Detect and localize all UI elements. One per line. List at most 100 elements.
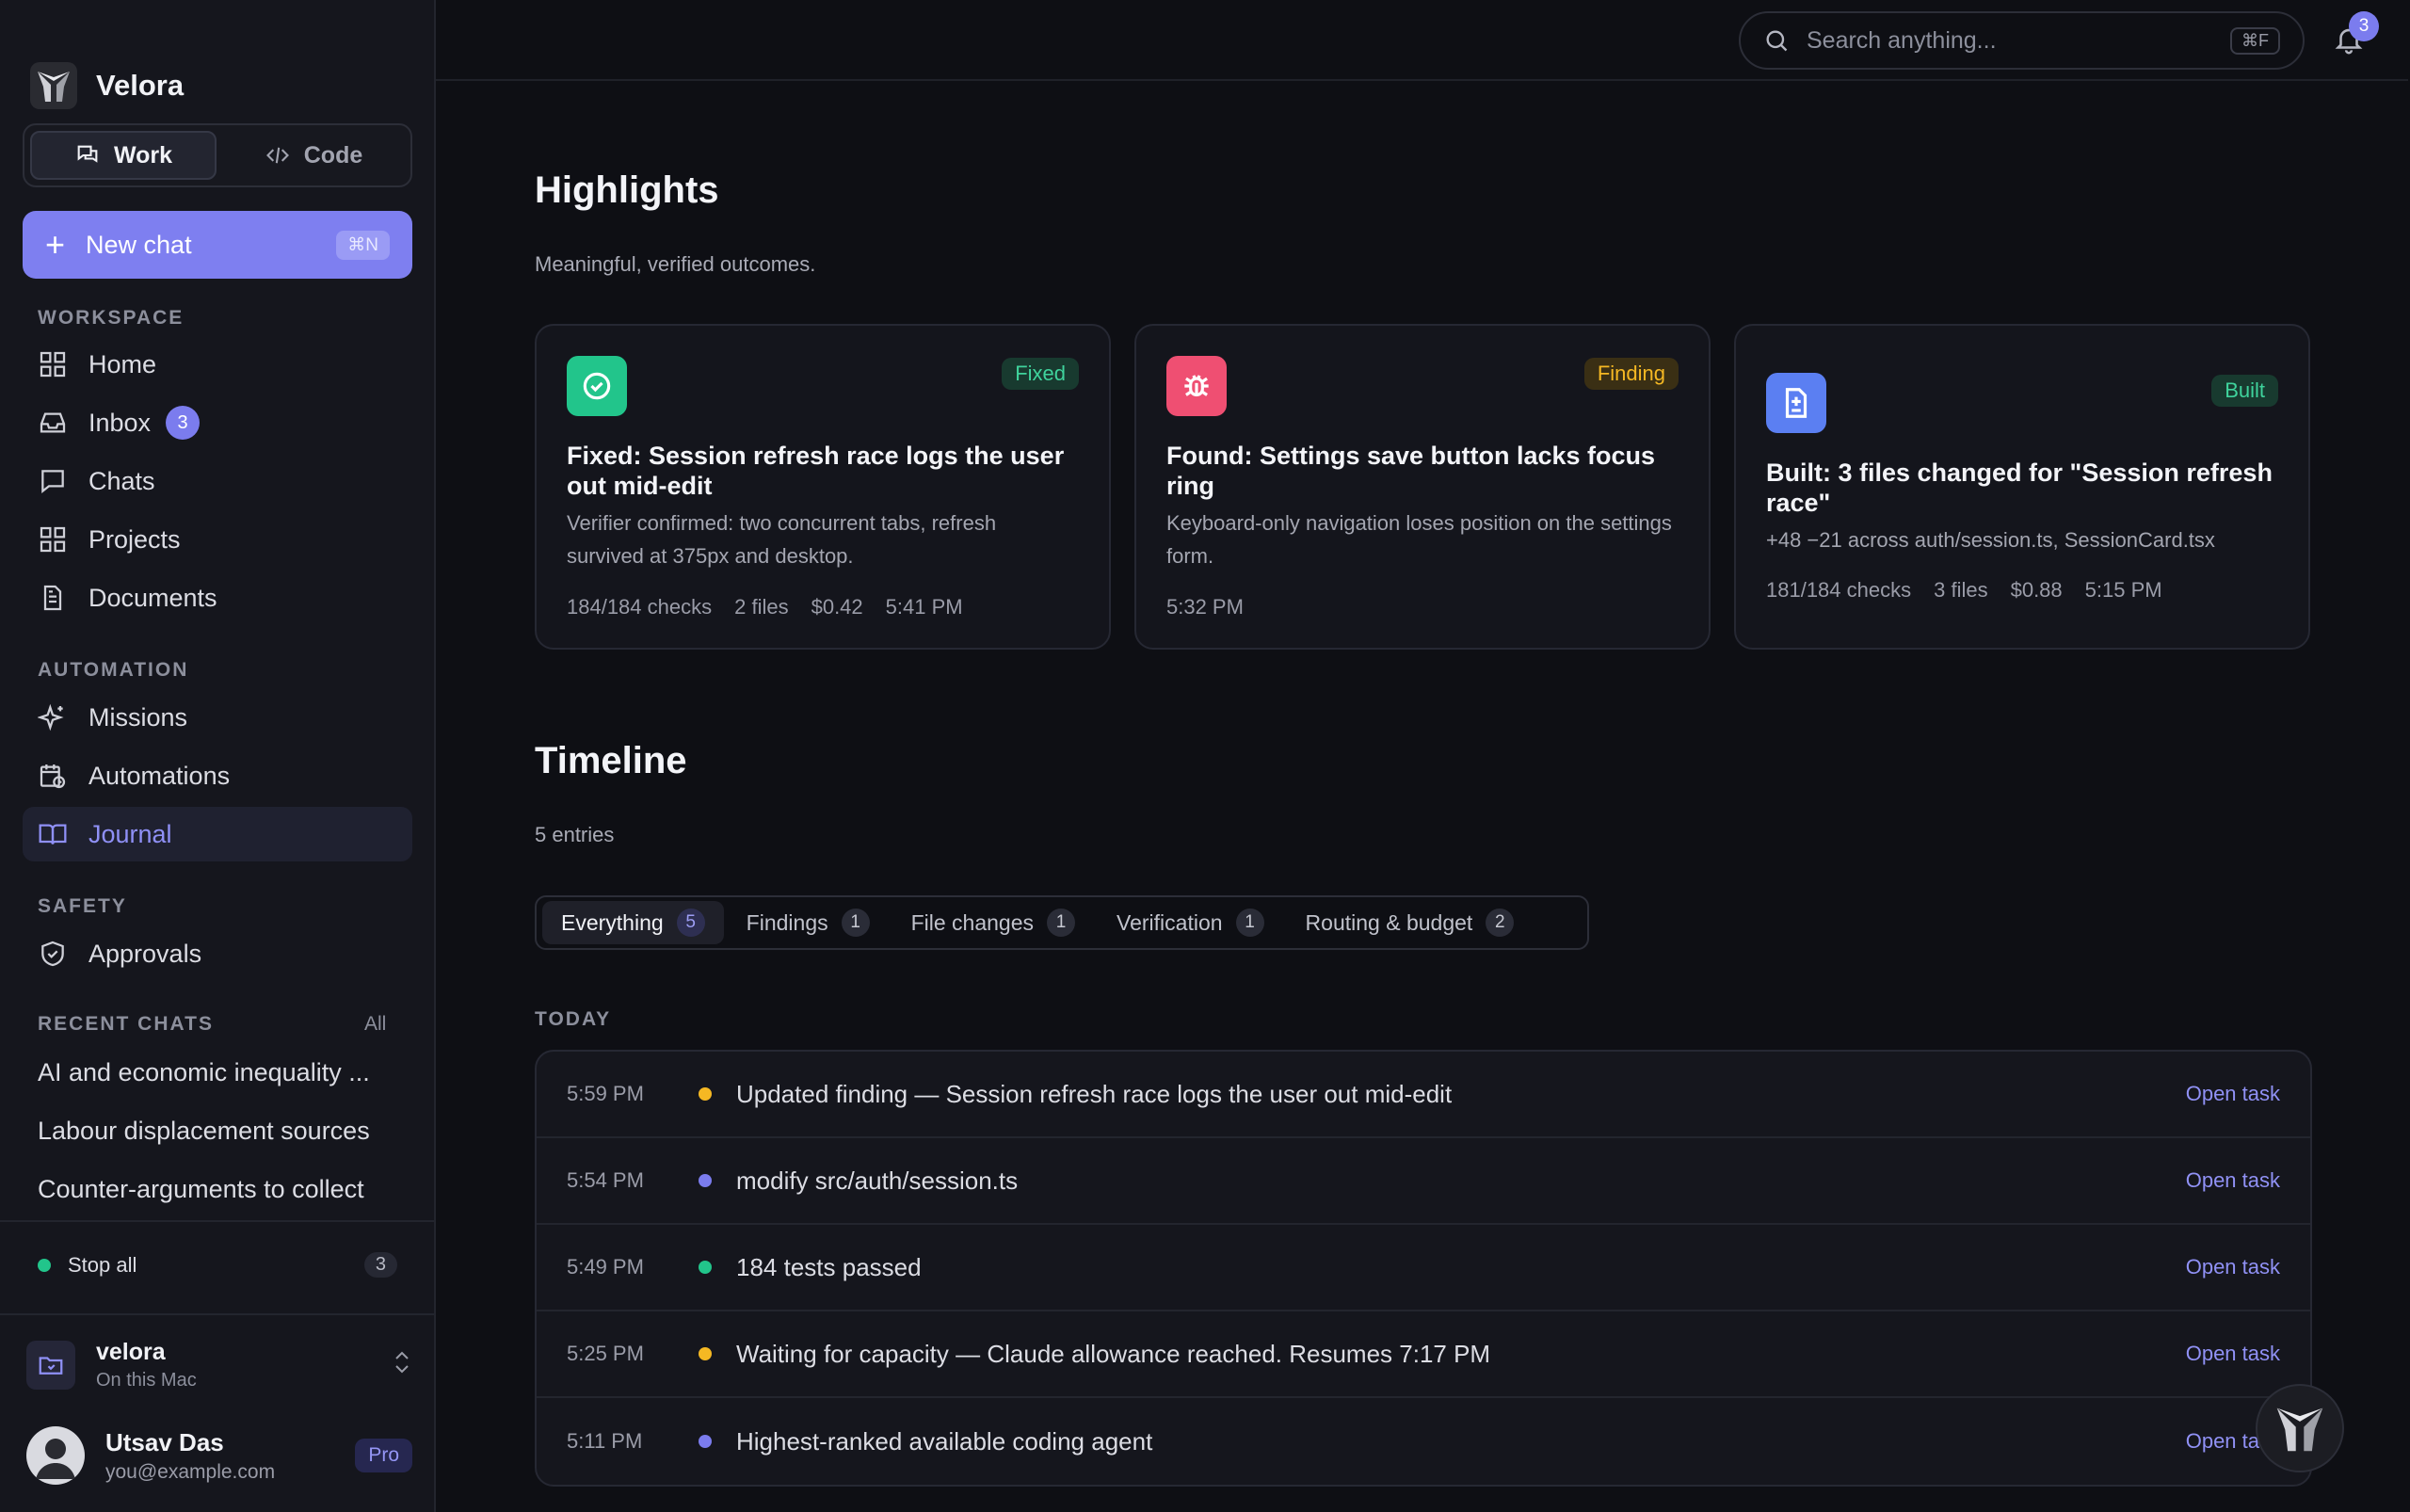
sidebar-item-chats[interactable]: Chats (23, 454, 412, 508)
mode-switch: Work Code (23, 123, 412, 187)
chat-bubbles-icon (77, 145, 98, 163)
sidebar-item-label: Chats (88, 466, 155, 495)
highlight-card[interactable]: Finding Found: Settings save button lack… (1134, 324, 1711, 650)
filter-count: 2 (1486, 909, 1515, 937)
search-input[interactable]: Search anything... ⌘F (1739, 11, 2305, 70)
user-email: you@example.com (105, 1460, 276, 1483)
highlight-card[interactable]: Fixed Fixed: Session refresh race logs t… (535, 324, 1111, 650)
document-icon (43, 585, 62, 611)
entry-dot (699, 1435, 712, 1448)
sidebar-item-projects[interactable]: Projects (23, 512, 412, 567)
mode-work-label: Work (113, 141, 173, 169)
filter-findings[interactable]: Findings 1 (728, 901, 889, 944)
assistant-launcher-button[interactable] (2256, 1384, 2344, 1472)
sidebar-divider (0, 1220, 434, 1222)
workspace-name: velora (96, 1339, 166, 1365)
recent-chat-item[interactable]: Labour displacement sources (38, 1117, 370, 1146)
check-circle-icon (567, 356, 627, 416)
timeline-row: 5:25 PM Waiting for capacity — Claude al… (537, 1311, 2310, 1398)
filter-routing-budget[interactable]: Routing & budget 2 (1287, 901, 1534, 944)
sidebar-item-label: Projects (88, 524, 181, 554)
search-icon (1766, 30, 1788, 52)
open-task-link[interactable]: Open task (2186, 1082, 2280, 1106)
workspace-location: On this Mac (96, 1370, 197, 1391)
main-content: Search anything... ⌘F 3 Highlights Meani… (436, 0, 2410, 1512)
meta-cost: $0.42 (811, 595, 863, 619)
filter-count: 1 (1235, 909, 1264, 937)
sparkles-icon (38, 703, 64, 732)
file-diff-icon (1766, 373, 1826, 433)
filter-file-changes[interactable]: File changes 1 (892, 901, 1094, 944)
sidebar-item-automations[interactable]: Automations (23, 748, 412, 803)
meta-time: 5:32 PM (1166, 595, 1244, 619)
code-icon (265, 147, 289, 164)
filter-label: File changes (910, 909, 1035, 935)
shield-check-icon (41, 941, 64, 967)
user-profile[interactable]: Utsav Das you@example.com Pro (26, 1426, 412, 1485)
sidebar-item-home[interactable]: Home (23, 337, 412, 392)
entry-time: 5:49 PM (567, 1255, 644, 1279)
sidebar-item-label: Inbox (88, 408, 152, 437)
filter-count: 5 (676, 909, 705, 937)
sidebar-item-approvals[interactable]: Approvals (23, 926, 412, 981)
card-meta: 181/184 checks 3 files $0.88 5:15 PM (1766, 578, 2162, 603)
inbox-icon (40, 412, 66, 433)
top-bar: Search anything... ⌘F 3 (436, 0, 2408, 81)
highlight-card[interactable]: Built Built: 3 files changed for "Sessio… (1734, 324, 2310, 650)
open-task-link[interactable]: Open task (2186, 1168, 2280, 1193)
card-title: Built: 3 files changed for "Session refr… (1766, 458, 2273, 518)
entry-text: Waiting for capacity — Claude allowance … (736, 1339, 1491, 1368)
card-description: Keyboard-only navigation loses position … (1166, 511, 1672, 569)
mode-code-button[interactable]: Code (222, 131, 405, 180)
entry-time: 5:54 PM (567, 1168, 644, 1192)
mode-code-label: Code (303, 141, 363, 169)
mode-work-button[interactable]: Work (30, 131, 217, 180)
search-placeholder: Search anything... (1807, 26, 1997, 54)
filter-everything[interactable]: Everything 5 (542, 901, 724, 944)
recent-chat-item[interactable]: Counter-arguments to collect (38, 1175, 364, 1204)
status-dot (38, 1258, 51, 1272)
entry-dot (699, 1087, 712, 1101)
user-name: Utsav Das (105, 1427, 224, 1456)
open-task-link[interactable]: Open task (2186, 1342, 2280, 1366)
sidebar-item-journal[interactable]: Journal (23, 807, 412, 861)
brand[interactable]: Velora (30, 62, 184, 109)
open-task-link[interactable]: Open task (2186, 1255, 2280, 1279)
filter-count: 1 (1047, 909, 1076, 937)
recent-chat-item[interactable]: AI and economic inequality ... (38, 1058, 370, 1087)
filter-label: Findings (746, 909, 828, 935)
entry-dot (699, 1261, 712, 1274)
workspace-switcher[interactable]: velora On this Mac (26, 1339, 412, 1391)
status-badge: Finding (1583, 358, 1679, 390)
notification-count-badge: 3 (2349, 11, 2379, 41)
sidebar-item-documents[interactable]: Documents (23, 571, 412, 625)
avatar (26, 1426, 85, 1485)
card-meta: 5:32 PM (1166, 595, 1244, 619)
running-count-badge: 3 (363, 1252, 397, 1278)
stop-all-button[interactable]: Stop all 3 (38, 1252, 397, 1278)
section-recent-chats: RECENT CHATS (38, 1013, 214, 1035)
chevron-up-down-icon (392, 1348, 412, 1382)
sidebar-item-label: Home (88, 349, 157, 378)
filter-count: 1 (841, 909, 870, 937)
recent-all-link[interactable]: All (364, 1013, 386, 1036)
card-meta: 184/184 checks 2 files $0.42 5:41 PM (567, 595, 963, 619)
sidebar-item-missions[interactable]: Missions (23, 690, 412, 745)
filter-verification[interactable]: Verification 1 (1098, 901, 1283, 944)
new-chat-shortcut: ⌘N (336, 230, 390, 260)
stop-all-label: Stop all (68, 1252, 137, 1277)
status-badge: Fixed (1002, 358, 1079, 390)
sidebar-item-label: Journal (88, 819, 172, 848)
new-chat-button[interactable]: + New chat ⌘N (23, 211, 412, 279)
sidebar: Velora Work Code + New chat ⌘N WORKSPACE… (0, 0, 436, 1512)
velora-logo-icon (2276, 1407, 2323, 1452)
inbox-count-badge: 3 (166, 406, 201, 440)
folder-icon (26, 1341, 75, 1390)
filter-label: Everything (561, 909, 664, 935)
sidebar-item-inbox[interactable]: Inbox 3 (23, 395, 412, 450)
meta-checks: 184/184 checks (567, 595, 713, 619)
section-automation: AUTOMATION (38, 659, 189, 681)
section-workspace: WORKSPACE (38, 307, 185, 329)
sidebar-item-label: Approvals (88, 939, 202, 968)
section-safety: SAFETY (38, 895, 127, 917)
